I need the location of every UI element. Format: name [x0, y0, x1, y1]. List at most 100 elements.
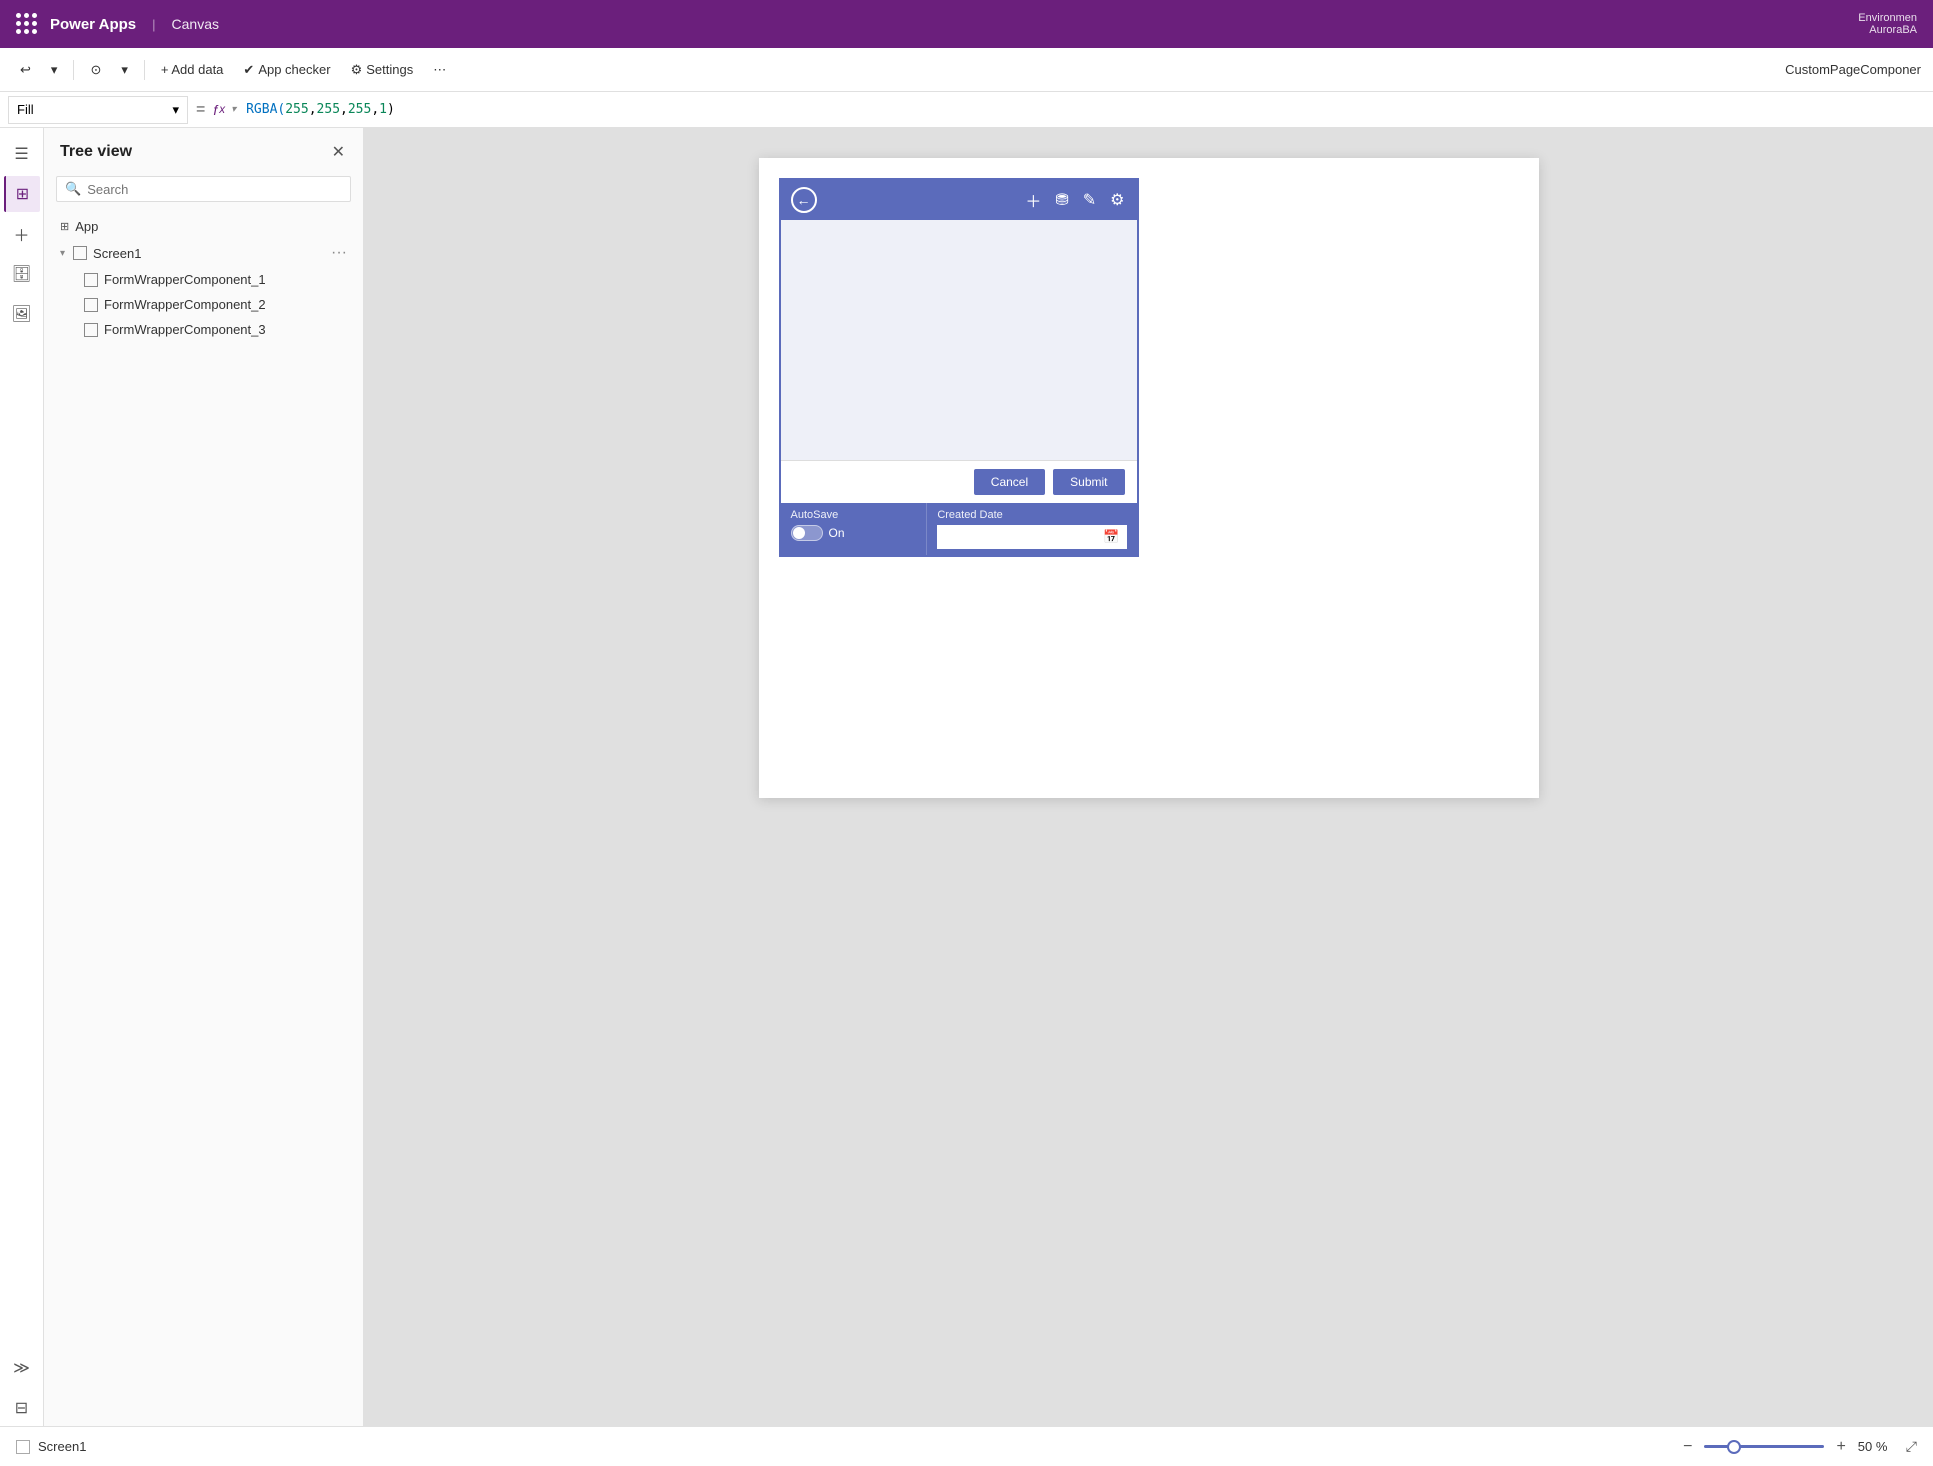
- formula-comma3: ,: [371, 102, 379, 117]
- layers-button[interactable]: ⊞: [4, 176, 40, 212]
- search-input[interactable]: [87, 182, 342, 197]
- variables-icon: ⊟: [15, 1398, 28, 1418]
- hamburger-menu-button[interactable]: ☰: [4, 136, 40, 172]
- widget-cancel-button[interactable]: Cancel: [974, 469, 1045, 495]
- property-name: Fill: [17, 102, 34, 117]
- widget-back-button[interactable]: ←: [791, 187, 817, 213]
- date-input-field[interactable]: [944, 530, 1099, 544]
- property-dropdown-arrow: ▾: [172, 102, 179, 118]
- widget-header-left: ←: [791, 187, 817, 213]
- hamburger-icon: ☰: [14, 144, 28, 164]
- app-checker-button[interactable]: ✔ App checker: [235, 58, 338, 82]
- env-name: AuroraBA: [1869, 24, 1917, 36]
- chevron-down-icon-2: ▾: [121, 62, 128, 78]
- formula-arg2: 255: [317, 102, 340, 117]
- component1-icon: [84, 273, 98, 287]
- equals-sign: =: [196, 101, 205, 119]
- page-name: CustomPageComponer: [1785, 62, 1921, 77]
- ellipsis-icon: ⋯: [433, 62, 446, 78]
- canvas-label: Canvas: [172, 16, 219, 32]
- chevron-down-icon: ▾: [51, 62, 58, 78]
- toolbar-separator-2: [144, 60, 145, 80]
- tree-view-panel: Tree view ✕ 🔍 ⊞ App ▾ Screen1 ···: [44, 128, 364, 1426]
- power-automate-button[interactable]: ≫: [4, 1350, 40, 1386]
- tree-item-component2[interactable]: FormWrapperComponent_2: [44, 292, 363, 317]
- save-icon: ⊙: [90, 62, 101, 78]
- media-icon: 🖼: [11, 304, 31, 324]
- tree-item-app[interactable]: ⊞ App: [44, 214, 363, 239]
- widget-body: [781, 220, 1137, 460]
- environment-info: Environmen AuroraBA: [1858, 12, 1917, 36]
- toggle-track[interactable]: [791, 525, 823, 541]
- property-dropdown[interactable]: Fill ▾: [8, 96, 188, 124]
- toggle-on-label: On: [829, 526, 845, 540]
- widget-submit-button[interactable]: Submit: [1053, 469, 1124, 495]
- zoom-level: 50 %: [1858, 1439, 1898, 1454]
- zoom-out-button[interactable]: −: [1679, 1436, 1696, 1458]
- save-button[interactable]: ⊙: [82, 58, 109, 82]
- toolbar-separator-1: [73, 60, 74, 80]
- main-layout: ☰ ⊞ ＋ 🗄 🖼 ≫ ⊟ Tree view ✕ 🔍: [0, 128, 1933, 1426]
- flow-icon: ≫: [13, 1358, 30, 1378]
- app-checker-label: App checker: [258, 62, 330, 77]
- widget-edit-button[interactable]: ✎: [1081, 188, 1098, 212]
- date-input-box[interactable]: 📅: [937, 525, 1126, 549]
- screen1-more-icon[interactable]: ···: [331, 244, 347, 262]
- layers-icon: ⊞: [16, 184, 29, 204]
- tree-items-list: ⊞ App ▾ Screen1 ··· FormWrapperComponent…: [44, 210, 363, 1426]
- widget-header: ← ＋ ⛃ ✎ ⚙: [781, 180, 1137, 220]
- tree-view-header: Tree view ✕: [44, 128, 363, 172]
- media-button[interactable]: 🖼: [4, 296, 40, 332]
- component3-label: FormWrapperComponent_3: [104, 322, 266, 337]
- app-grid-icon: ⊞: [60, 220, 69, 233]
- fx-chevron[interactable]: ▾: [231, 104, 236, 115]
- save-dropdown[interactable]: ▾: [113, 58, 136, 82]
- more-options-button[interactable]: ⋯: [425, 58, 454, 82]
- canvas-area: ← ＋ ⛃ ✎ ⚙ Cancel Submit: [364, 128, 1933, 1426]
- zoom-value: 50: [1858, 1439, 1872, 1454]
- search-icon: 🔍: [65, 181, 81, 197]
- screen-name: Screen1: [38, 1439, 86, 1454]
- variables-button[interactable]: ⊟: [4, 1390, 40, 1426]
- fx-label: fx ▾: [213, 102, 236, 118]
- widget-settings-button[interactable]: ⚙: [1108, 188, 1126, 212]
- screen1-item-label: Screen1: [93, 246, 141, 261]
- formula-bar: Fill ▾ = fx ▾ RGBA(255, 255, 255, 1): [0, 92, 1933, 128]
- undo-button[interactable]: ↩: [12, 58, 39, 82]
- screen-icon: [16, 1440, 30, 1454]
- component2-icon: [84, 298, 98, 312]
- component3-icon: [84, 323, 98, 337]
- component2-label: FormWrapperComponent_2: [104, 297, 266, 312]
- tree-item-component3[interactable]: FormWrapperComponent_3: [44, 317, 363, 342]
- zoom-slider[interactable]: [1704, 1445, 1824, 1448]
- app-item-label: App: [75, 219, 98, 234]
- brand-name: Power Apps: [50, 16, 136, 33]
- formula-rgba-func: RGBA(: [246, 102, 285, 117]
- component1-label: FormWrapperComponent_1: [104, 272, 266, 287]
- icon-bar: ☰ ⊞ ＋ 🗄 🖼 ≫ ⊟: [0, 128, 44, 1426]
- settings-button[interactable]: ⚙ Settings: [343, 58, 422, 82]
- settings-icon: ⚙: [351, 62, 363, 78]
- undo-icon: ↩: [20, 62, 31, 78]
- formula-close-paren: ): [387, 102, 395, 117]
- zoom-expand-button[interactable]: ⤢: [1906, 1438, 1917, 1455]
- apps-grid-icon[interactable]: [16, 13, 38, 35]
- formula-arg1: 255: [285, 102, 308, 117]
- screen1-frame-icon: [73, 246, 87, 260]
- insert-button[interactable]: ＋: [4, 216, 40, 252]
- add-data-button[interactable]: + Add data: [153, 58, 232, 81]
- tree-item-component1[interactable]: FormWrapperComponent_1: [44, 267, 363, 292]
- created-date-label: Created Date: [937, 509, 1126, 521]
- data-button[interactable]: 🗄: [4, 256, 40, 292]
- widget-add-button[interactable]: ＋: [1023, 186, 1043, 214]
- autosave-toggle[interactable]: On: [791, 525, 917, 541]
- tree-item-screen1[interactable]: ▾ Screen1 ···: [44, 239, 363, 267]
- zoom-in-button[interactable]: +: [1832, 1436, 1849, 1458]
- undo-dropdown[interactable]: ▾: [43, 58, 66, 82]
- tree-close-button[interactable]: ✕: [330, 140, 347, 164]
- widget-filter-button[interactable]: ⛃: [1053, 188, 1070, 212]
- toggle-thumb: [793, 527, 805, 539]
- formula-expression[interactable]: RGBA(255, 255, 255, 1): [240, 102, 1925, 117]
- env-label: Environmen: [1858, 12, 1917, 24]
- zoom-unit: %: [1876, 1439, 1888, 1454]
